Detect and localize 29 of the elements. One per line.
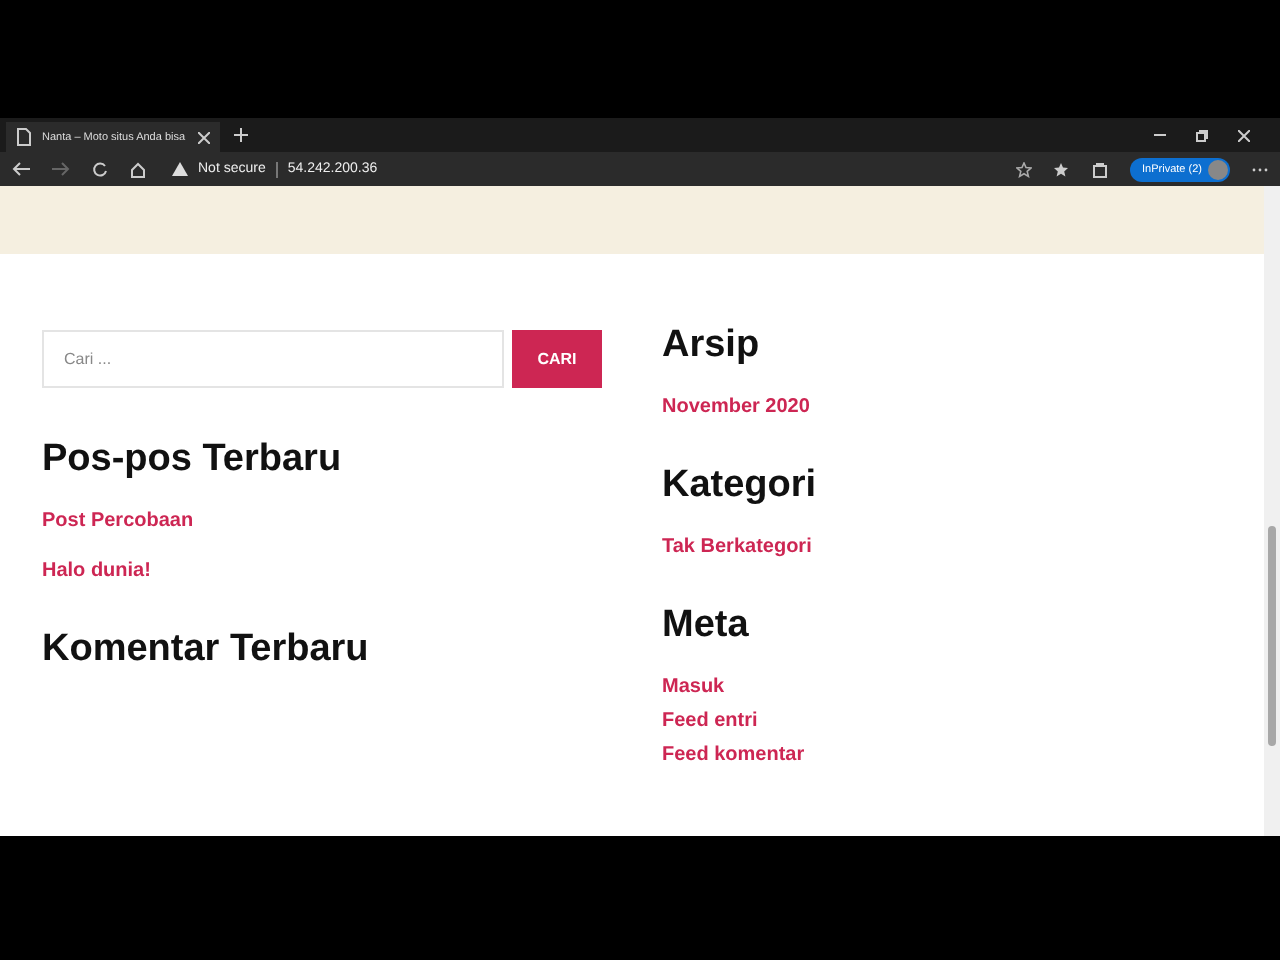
widget-heading: Kategori xyxy=(662,462,817,510)
back-icon[interactable] xyxy=(12,162,30,176)
favorites-icon[interactable] xyxy=(1054,161,1071,177)
star-icon[interactable] xyxy=(1016,161,1033,177)
collections-icon[interactable] xyxy=(1092,161,1109,177)
refresh-icon[interactable] xyxy=(92,161,108,177)
home-icon[interactable] xyxy=(130,161,146,177)
avatar-icon xyxy=(1208,159,1228,179)
restore-icon[interactable] xyxy=(1196,129,1208,141)
widget-link[interactable]: Tak Berkategori xyxy=(662,534,812,560)
search-button[interactable]: CARI xyxy=(512,330,602,388)
widget-heading: Arsip xyxy=(662,322,760,370)
scrollbar[interactable] xyxy=(1264,186,1280,836)
warning-icon xyxy=(172,162,188,176)
forward-icon[interactable] xyxy=(52,162,70,176)
search-field[interactable]: Cari ... xyxy=(42,330,504,388)
widget-heading: Meta xyxy=(662,602,749,650)
widget-link[interactable]: Masuk xyxy=(662,674,725,700)
page-icon xyxy=(16,128,32,146)
widget-heading: Pos-pos Terbaru xyxy=(42,436,342,484)
widget-link[interactable]: Post Percobaan xyxy=(42,508,194,534)
widget-link[interactable]: Halo dunia! xyxy=(42,558,151,584)
new-tab-icon[interactable] xyxy=(234,128,248,142)
widget-link[interactable]: Feed entri xyxy=(662,708,758,734)
close-tab-icon[interactable] xyxy=(198,131,210,143)
close-icon[interactable] xyxy=(1238,129,1250,141)
widget-heading: Komentar Terbaru xyxy=(42,626,369,674)
widget-link[interactable]: Feed komentar xyxy=(662,742,805,768)
widget-link[interactable]: November 2020 xyxy=(662,394,810,420)
